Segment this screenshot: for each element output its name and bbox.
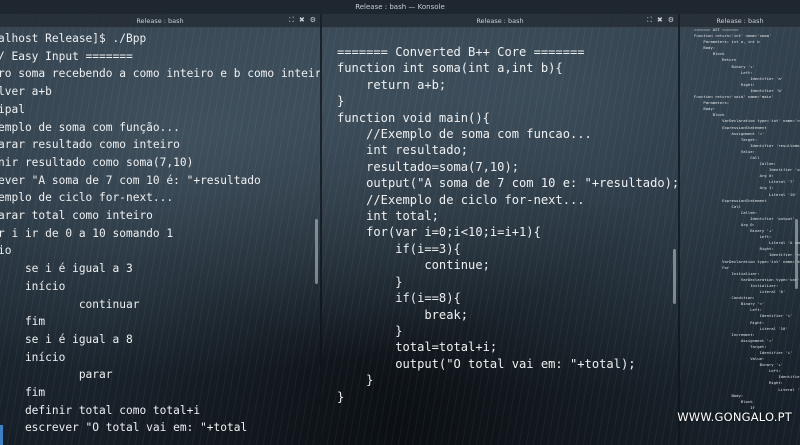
focus-indicator — [0, 425, 3, 445]
terminal-line: if(i==8){ — [337, 291, 461, 306]
terminal-line: Identifier 'resultado' — [694, 142, 800, 148]
window-title: Release : bash — Konsole — [355, 3, 445, 11]
terminal-line: resultado=soma(7,10); — [337, 159, 520, 174]
terminal-line: escrever "O total vai em: "+total — [0, 421, 248, 435]
terminal-line: se i é igual a 3 — [0, 262, 133, 276]
terminal-line: ro soma recebendo a como inteiro e b com… — [0, 67, 320, 81]
terminal-output[interactable]: ======= AST ======= Function return='int'… — [694, 27, 800, 445]
terminal-line: io — [0, 244, 12, 258]
pane-title: Release : bash — [136, 16, 184, 25]
terminal-line: definir total como total+i — [0, 403, 201, 417]
terminal-pane-middle[interactable]: Release : bash ⛶ ✖ ⚙ ======= Converted B… — [322, 14, 678, 445]
terminal-line: } — [337, 389, 345, 404]
terminal-line: nir resultado como soma(7,10) — [0, 155, 194, 169]
terminal-line: continue; — [337, 258, 490, 273]
terminal-line: ever "A soma de 7 com 10 é: "+resultado — [0, 173, 261, 187]
terminal-line: alhost Release]$ ./Bpp — [0, 32, 147, 45]
terminal-line: ipal — [0, 102, 25, 116]
terminal-line: } — [337, 373, 374, 388]
terminal-line: emplo de soma com função... — [0, 120, 180, 134]
terminal-line: ======= Converted B++ Core ======= — [337, 45, 585, 59]
pane-title: Release : bash — [476, 16, 524, 25]
window-titlebar[interactable]: Release : bash — Konsole — [0, 0, 800, 14]
terminal-line: function int soma(int a,int b){ — [337, 61, 563, 76]
terminal-line: início — [0, 279, 66, 293]
terminal-line: arar resultado como inteiro — [0, 138, 180, 152]
pane-tabbar[interactable]: Release : bash — [680, 14, 800, 28]
terminal-line: //Exemplo de ciclo for-next... — [337, 192, 585, 207]
scrollbar-handle[interactable] — [795, 219, 798, 289]
terminal-line: break; — [337, 307, 469, 322]
terminal-line: lver a+b — [0, 85, 52, 99]
split-view-icon[interactable]: ⛶ — [647, 16, 652, 24]
terminal-line: arar total como inteiro — [0, 209, 153, 223]
terminal-line: //Exemplo de soma com funcao... — [337, 127, 592, 142]
terminal-line: } — [337, 94, 345, 109]
pane-tabbar[interactable]: Release : bash ⛶ ✖ ⚙ — [322, 14, 678, 28]
terminal-line: int total; — [337, 209, 439, 224]
terminal-line: output("O total vai em: "+total); — [337, 356, 636, 371]
pane-title: Release : bash — [716, 16, 764, 25]
terminal-line: Literal '10' — [694, 325, 788, 331]
terminal-line: VarDeclaration type='int' name='total' — [694, 258, 800, 264]
watermark-text: WWW.GONGALO.PT — [677, 410, 792, 424]
terminal-line: se i é igual a 8 — [0, 332, 133, 346]
terminal-line: total=total+i; — [337, 340, 498, 355]
terminal-pane-left[interactable]: Release : bash ⛶ ✖ ⚙ alhost Release]$ ./… — [0, 14, 320, 445]
pane-tabbar[interactable]: Release : bash ⛶ ✖ ⚙ — [0, 14, 320, 28]
terminal-pane-right[interactable]: Release : bash ======= AST ======= Functi… — [680, 14, 800, 445]
split-view-icon[interactable]: ⛶ — [289, 16, 294, 24]
terminal-line: Literal '1' — [694, 386, 800, 392]
terminal-line: Identifier 'i' — [694, 313, 793, 319]
terminal-line: fim — [0, 386, 46, 400]
settings-icon[interactable]: ⚙ — [310, 16, 316, 24]
terminal-line: VarDeclaration type='int' name='resultad… — [722, 118, 800, 124]
terminal-line: r i ir de 0 a 10 somando 1 — [0, 226, 174, 240]
terminal-line: for(var i=0;i<10;i=i+1){ — [337, 225, 541, 240]
terminal-line: continuar — [0, 297, 140, 311]
terminal-line: Literal '10' — [694, 191, 798, 197]
terminal-line: Identifier 'resultado' — [768, 252, 800, 258]
close-tab-icon[interactable]: ✖ — [657, 16, 663, 24]
terminal-line: parar — [0, 368, 113, 382]
terminal-line: return a+b; — [337, 77, 447, 92]
terminal-line: if(i==3){ — [337, 241, 461, 256]
terminal-line: } — [337, 274, 403, 289]
terminal-line: int resultado; — [337, 143, 469, 158]
terminal-line: function void main(){ — [337, 110, 490, 125]
close-tab-icon[interactable]: ✖ — [299, 16, 305, 24]
settings-icon[interactable]: ⚙ — [668, 16, 674, 24]
terminal-line: } — [337, 323, 403, 338]
scrollbar-handle[interactable] — [673, 249, 676, 304]
terminal-line: output("A soma de 7 com 10 e: "+resultad… — [337, 176, 678, 191]
terminal-line: / Easy Input ======= — [0, 49, 133, 63]
terminal-line: início — [0, 350, 66, 364]
terminal-line: fim — [0, 315, 46, 329]
scrollbar-handle[interactable] — [315, 219, 318, 284]
terminal-line: emplo de ciclo for-next... — [0, 191, 174, 205]
terminal-output[interactable]: ======= Converted B++ Core ======= functi… — [322, 44, 678, 445]
terminal-output[interactable]: alhost Release]$ ./Bpp / Easy Input =====… — [0, 30, 320, 445]
